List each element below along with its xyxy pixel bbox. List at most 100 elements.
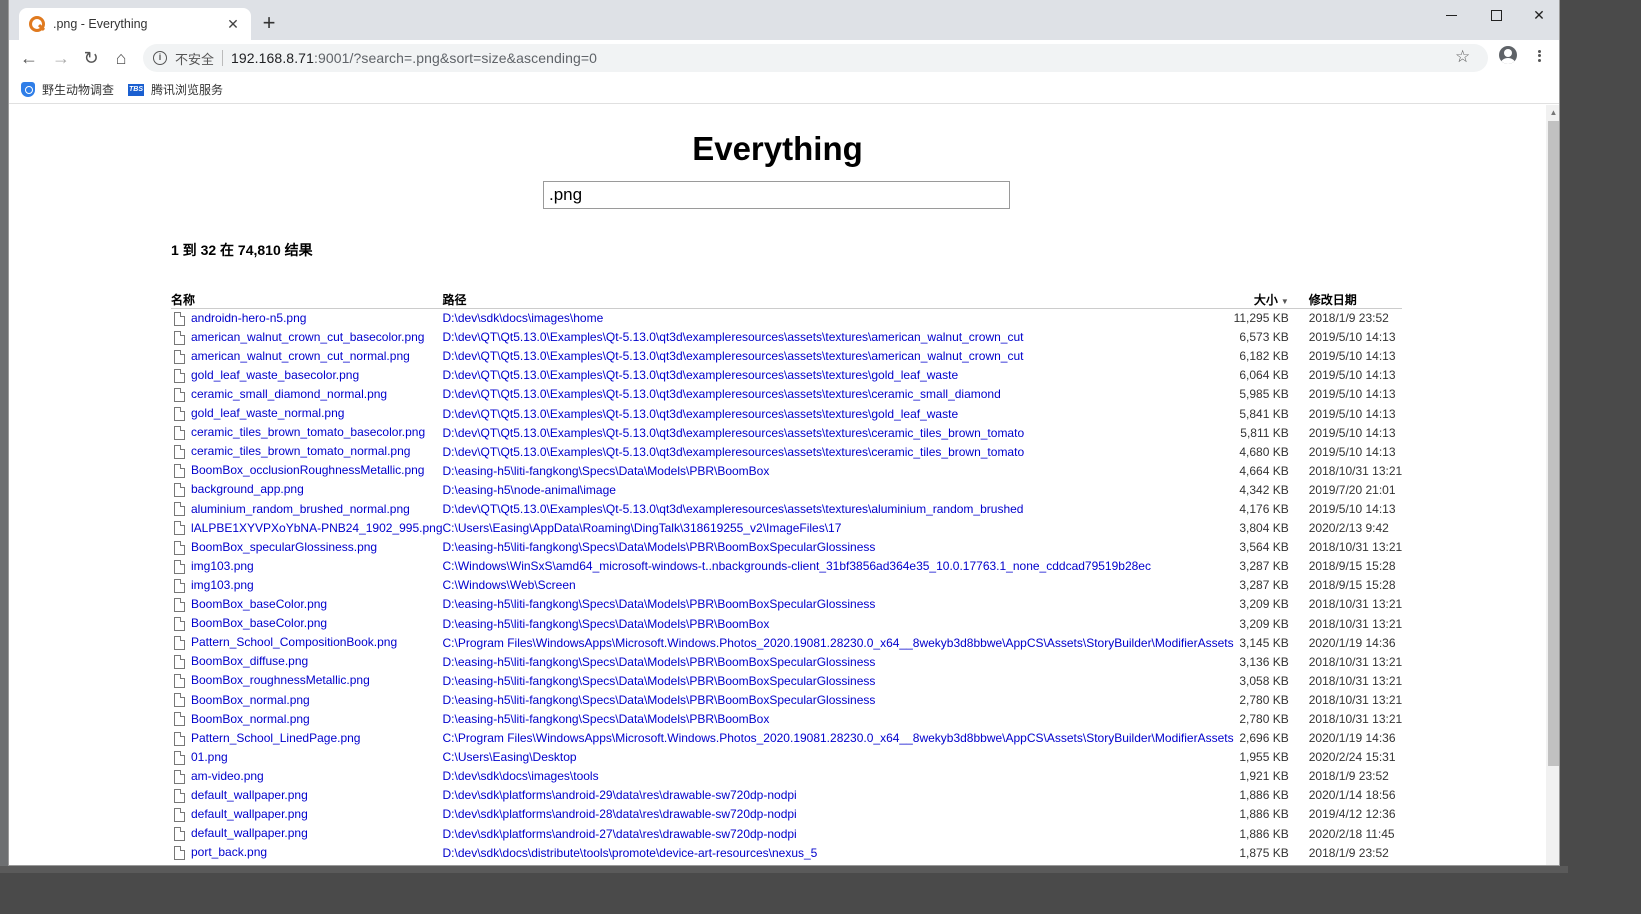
folder-link[interactable]: D:\easing-h5\liti-fangkong\Specs\Data\Mo… (443, 655, 876, 669)
folder-link[interactable]: C:\Program Files\WindowsApps\Microsoft.W… (443, 731, 1234, 745)
folder-link[interactable]: D:\dev\sdk\platforms\android-29\data\res… (443, 788, 797, 802)
folder-link[interactable]: D:\easing-h5\liti-fangkong\Specs\Data\Mo… (443, 674, 876, 688)
sort-by-path-link[interactable]: 路径 (443, 293, 467, 307)
folder-link[interactable]: D:\dev\QT\Qt5.13.0\Examples\Qt-5.13.0\qt… (443, 387, 1001, 401)
file-link[interactable]: default_wallpaper.png (191, 788, 308, 802)
folder-link[interactable]: C:\Users\Easing\Desktop (443, 750, 577, 764)
reload-button[interactable]: ↻ (79, 46, 103, 70)
file-link[interactable]: lALPBE1XYVPXoYbNA-PNB24_1902_995.png (191, 521, 443, 535)
tab-active[interactable]: .png - Everything ✕ (19, 8, 251, 40)
file-icon (174, 731, 185, 746)
folder-link[interactable]: C:\Users\Easing\AppData\Roaming\DingTalk… (443, 521, 842, 535)
path-cell: D:\easing-h5\liti-fangkong\Specs\Data\Mo… (443, 690, 1234, 709)
file-link[interactable]: BoomBox_baseColor.png (191, 616, 327, 630)
folder-link[interactable]: C:\Windows\WinSxS\amd64_microsoft-window… (443, 559, 1151, 573)
folder-link[interactable]: D:\dev\QT\Qt5.13.0\Examples\Qt-5.13.0\qt… (443, 502, 1024, 516)
file-link[interactable]: default_wallpaper.png (191, 826, 308, 840)
vertical-scrollbar[interactable]: ▲ (1546, 105, 1559, 865)
address-bar[interactable]: i 不安全 192.168.8.71:9001/?search=.png&sor… (143, 44, 1488, 72)
column-header-size[interactable]: 大小 ▼ (1233, 291, 1301, 309)
table-row: BoomBox_diffuse.png D:\easing-h5\liti-fan… (171, 652, 1402, 671)
file-icon (174, 349, 185, 364)
close-icon: ✕ (1533, 6, 1545, 23)
column-header-name[interactable]: 名称 (171, 291, 443, 309)
folder-link[interactable]: C:\Program Files\WindowsApps\Microsoft.W… (443, 636, 1234, 650)
file-link[interactable]: ceramic_tiles_brown_tomato_basecolor.png (191, 425, 425, 439)
name-cell: gold_leaf_waste_normal.png (171, 404, 443, 423)
sort-by-date-link[interactable]: 修改日期 (1309, 293, 1357, 307)
menu-icon[interactable] (1531, 46, 1547, 66)
folder-link[interactable]: D:\easing-h5\liti-fangkong\Specs\Data\Mo… (443, 712, 770, 726)
info-icon[interactable]: i (153, 51, 167, 65)
folder-link[interactable]: D:\dev\sdk\platforms\android-27\data\res… (443, 827, 797, 841)
scroll-up-icon[interactable]: ▲ (1546, 105, 1559, 120)
file-link[interactable]: BoomBox_diffuse.png (191, 654, 308, 668)
scroll-thumb[interactable] (1548, 121, 1559, 766)
folder-link[interactable]: D:\dev\sdk\docs\images\home (443, 311, 604, 325)
file-link[interactable]: ceramic_small_diamond_normal.png (191, 387, 387, 401)
folder-link[interactable]: D:\dev\sdk\docs\distribute\tools\promote… (443, 846, 818, 860)
back-button[interactable]: ← (17, 46, 41, 70)
minimize-button[interactable] (1429, 0, 1473, 30)
maximize-button[interactable] (1474, 0, 1518, 30)
file-link[interactable]: american_walnut_crown_cut_normal.png (191, 349, 410, 363)
folder-link[interactable]: D:\dev\QT\Qt5.13.0\Examples\Qt-5.13.0\qt… (443, 445, 1025, 459)
file-link[interactable]: default_wallpaper.png (191, 807, 308, 821)
sort-by-name-link[interactable]: 名称 (171, 293, 195, 307)
file-link[interactable]: ceramic_tiles_brown_tomato_normal.png (191, 444, 410, 458)
folder-link[interactable]: D:\dev\QT\Qt5.13.0\Examples\Qt-5.13.0\qt… (443, 426, 1025, 440)
file-link[interactable]: am-video.png (191, 769, 264, 783)
file-link[interactable]: Pattern_School_CompositionBook.png (191, 635, 397, 649)
file-link[interactable]: gold_leaf_waste_normal.png (191, 406, 344, 420)
folder-link[interactable]: D:\dev\QT\Qt5.13.0\Examples\Qt-5.13.0\qt… (443, 368, 959, 382)
arrow-left-icon: ← (20, 47, 38, 68)
sort-by-size-link[interactable]: 大小 (1254, 293, 1278, 307)
home-button[interactable]: ⌂ (109, 46, 133, 70)
file-link[interactable]: androidn-hero-n5.png (191, 311, 306, 325)
folder-link[interactable]: D:\dev\sdk\docs\images\tools (443, 769, 599, 783)
window-close-button[interactable]: ✕ (1517, 0, 1559, 30)
bookmark-star-icon[interactable]: ☆ (1455, 47, 1470, 67)
file-link[interactable]: american_walnut_crown_cut_basecolor.png (191, 330, 424, 344)
folder-link[interactable]: D:\dev\sdk\platforms\android-28\data\res… (443, 807, 797, 821)
folder-link[interactable]: D:\dev\QT\Qt5.13.0\Examples\Qt-5.13.0\qt… (443, 349, 1024, 363)
folder-link[interactable]: D:\dev\QT\Qt5.13.0\Examples\Qt-5.13.0\qt… (443, 407, 959, 421)
folder-link[interactable]: D:\easing-h5\node-animal\image (443, 483, 616, 497)
forward-button[interactable]: → (49, 46, 73, 70)
search-input[interactable] (543, 181, 1010, 209)
file-link[interactable]: BoomBox_baseColor.png (191, 597, 327, 611)
folder-link[interactable]: D:\dev\QT\Qt5.13.0\Examples\Qt-5.13.0\qt… (443, 330, 1024, 344)
file-link[interactable]: BoomBox_roughnessMetallic.png (191, 673, 370, 687)
file-link[interactable]: gold_leaf_waste_basecolor.png (191, 368, 359, 382)
file-link[interactable]: BoomBox_specularGlossiness.png (191, 540, 377, 554)
column-header-path[interactable]: 路径 (442, 291, 1234, 309)
file-link[interactable]: img103.png (191, 578, 254, 592)
file-link[interactable]: BoomBox_occlusionRoughnessMetallic.png (191, 463, 424, 477)
folder-link[interactable]: D:\easing-h5\liti-fangkong\Specs\Data\Mo… (443, 597, 876, 611)
name-cell: default_wallpaper.png (171, 805, 443, 824)
file-link[interactable]: port_back.png (191, 845, 267, 859)
file-link[interactable]: BoomBox_normal.png (191, 693, 310, 707)
bookmark-wildlife[interactable]: 野生动物调查 (21, 81, 114, 98)
file-link[interactable]: 01.png (191, 750, 228, 764)
folder-link[interactable]: D:\easing-h5\liti-fangkong\Specs\Data\Mo… (443, 693, 876, 707)
bookmark-tencent[interactable]: TBS 腾讯浏览服务 (128, 81, 223, 98)
folder-link[interactable]: C:\Windows\Web\Screen (443, 578, 576, 592)
file-link[interactable]: BoomBox_normal.png (191, 712, 310, 726)
results-table: 名称 路径 大小 ▼ 修改日期 androidn-hero-n5.png D:\de… (171, 291, 1403, 862)
name-cell: american_walnut_crown_cut_normal.png (171, 347, 443, 366)
file-link[interactable]: img103.png (191, 559, 254, 573)
folder-link[interactable]: D:\easing-h5\liti-fangkong\Specs\Data\Mo… (443, 464, 770, 478)
toolbar: ← → ↻ ⌂ i 不安全 192.168.8.71:9001/?search=… (9, 40, 1559, 76)
file-link[interactable]: aluminium_random_brushed_normal.png (191, 502, 410, 516)
account-icon[interactable] (1499, 46, 1517, 64)
file-icon (174, 540, 185, 555)
tab-close-icon[interactable]: ✕ (225, 16, 241, 32)
file-link[interactable]: background_app.png (191, 482, 304, 496)
file-link[interactable]: Pattern_School_LinedPage.png (191, 731, 360, 745)
column-header-date[interactable]: 修改日期 (1300, 291, 1403, 309)
url-text[interactable]: 192.168.8.71:9001/?search=.png&sort=size… (231, 50, 597, 66)
new-tab-button[interactable]: + (257, 12, 281, 36)
folder-link[interactable]: D:\easing-h5\liti-fangkong\Specs\Data\Mo… (443, 617, 770, 631)
folder-link[interactable]: D:\easing-h5\liti-fangkong\Specs\Data\Mo… (443, 540, 876, 554)
